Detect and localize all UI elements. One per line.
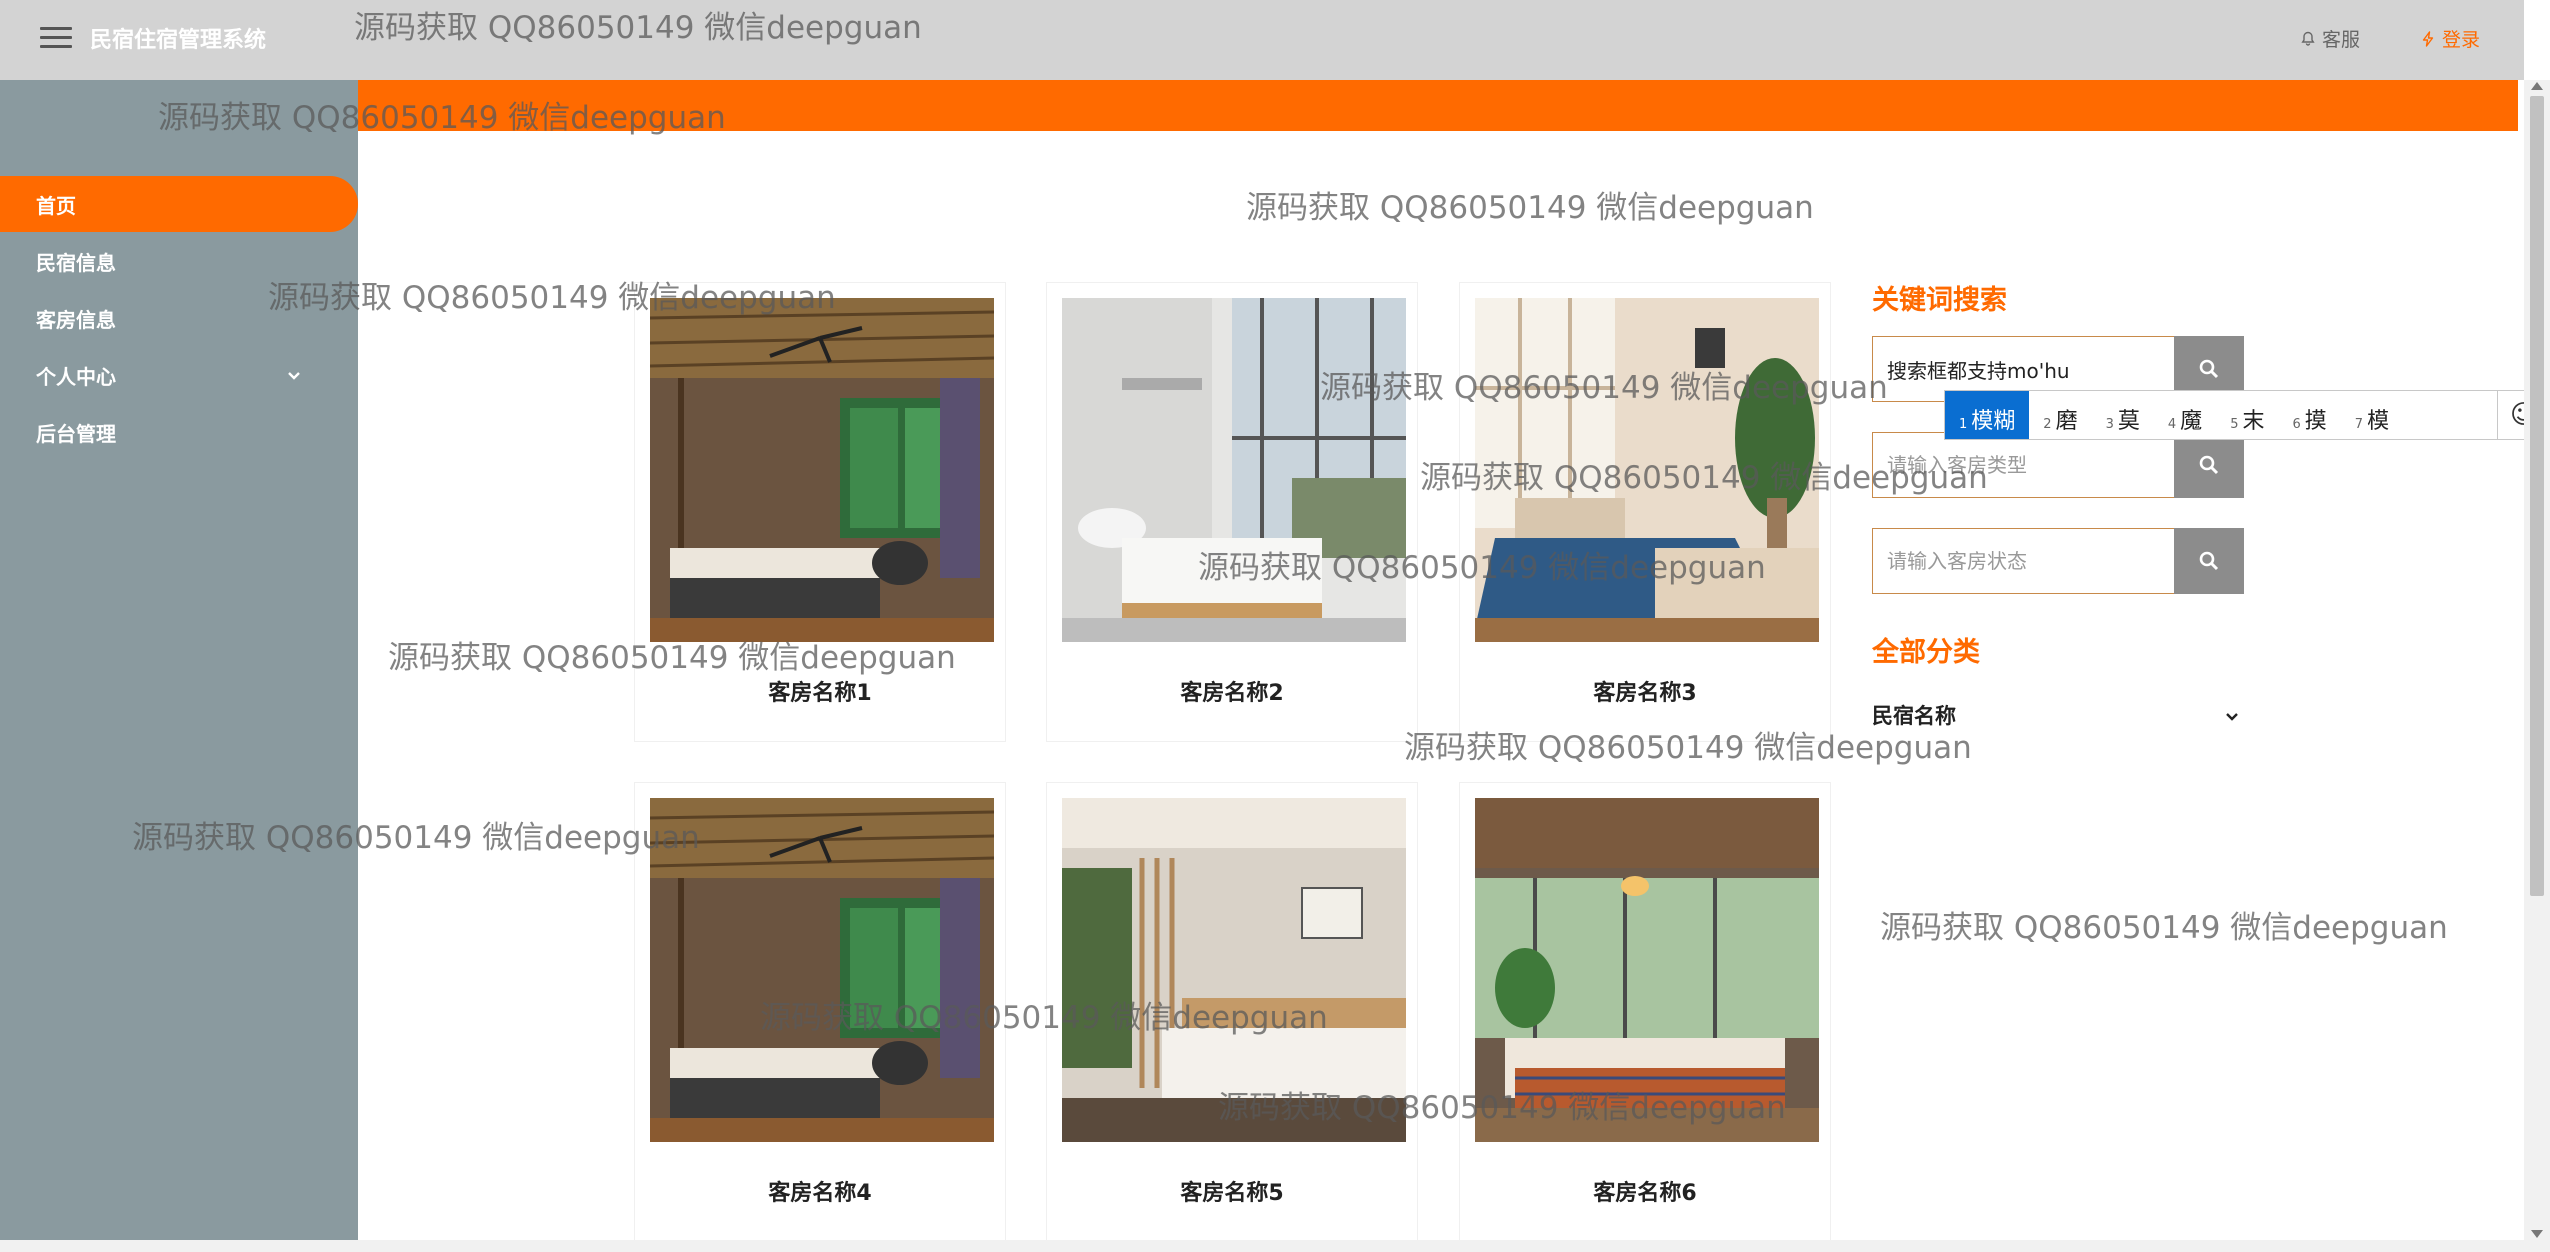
- ime-candidate-number: 1: [1959, 417, 1968, 432]
- category-label: 民宿名称: [1872, 704, 1956, 728]
- sidebar-item-label: 首页: [36, 193, 76, 218]
- ime-candidate-number: 4: [2167, 417, 2177, 432]
- customer-service-label: 客服: [2322, 29, 2361, 51]
- ime-candidate-text: 磨: [2055, 409, 2078, 434]
- category-homestay-name[interactable]: 民宿名称: [1872, 700, 2244, 736]
- ime-candidate-number: 3: [2105, 417, 2114, 432]
- customer-service-link[interactable]: 客服: [2300, 25, 2360, 52]
- sidebar-item-homestay-info[interactable]: 民宿信息: [0, 233, 358, 289]
- scroll-up-arrow-icon[interactable]: [2531, 82, 2543, 90]
- room-type-search-button[interactable]: [2174, 432, 2244, 498]
- room-type-search-input[interactable]: [1872, 432, 2176, 498]
- sidebar-item-label: 民宿信息: [36, 250, 116, 275]
- ime-candidate-text: 模: [2367, 409, 2390, 434]
- ime-candidate-text: 摸: [2304, 409, 2327, 434]
- ime-candidate-number: 7: [2354, 417, 2364, 432]
- room-name: 客房名称5: [1180, 1181, 1284, 1206]
- search-icon: [2199, 455, 2219, 475]
- sidebar-item-room-info[interactable]: 客房信息: [0, 290, 358, 346]
- scroll-down-arrow-icon[interactable]: [2531, 1230, 2543, 1238]
- ime-candidate[interactable]: 1 模糊: [1945, 391, 2030, 439]
- sidebar-item-label: 后台管理: [36, 421, 116, 446]
- ime-candidate-number: 2: [2043, 417, 2052, 432]
- sidebar: 首页 民宿信息 客房信息 个人中心 后台管理: [0, 80, 358, 1240]
- room-card[interactable]: 客房名称4: [634, 782, 1006, 1242]
- app-title: 民宿住宿管理系统: [90, 28, 267, 53]
- ime-candidate-text: 魔: [2180, 409, 2203, 434]
- login-link[interactable]: 登录: [2420, 25, 2480, 52]
- room-photo: [1475, 798, 1819, 1142]
- watermark-text: 源码获取 QQ86050149 微信deepguan: [1880, 910, 2448, 946]
- chevron-down-icon: [2226, 713, 2238, 721]
- room-name: 客房名称3: [1593, 681, 1697, 706]
- sidebar-item-label: 个人中心: [36, 364, 116, 389]
- room-name: 客房名称1: [768, 681, 872, 706]
- room-name: 客房名称2: [1180, 681, 1284, 706]
- room-status-search-button[interactable]: [2174, 528, 2244, 594]
- ime-candidate[interactable]: 4魔: [2154, 391, 2216, 439]
- ime-candidate-text: 模糊: [1971, 409, 2016, 434]
- sidebar-item-home[interactable]: 首页: [0, 176, 358, 232]
- ime-candidate-number: 5: [2230, 417, 2239, 432]
- hamburger-menu-icon[interactable]: [40, 27, 72, 51]
- vertical-scrollbar[interactable]: [2524, 80, 2550, 1240]
- sidebar-item-label: 客房信息: [36, 307, 116, 332]
- ime-candidate-number: 6: [2292, 417, 2301, 432]
- bell-icon: [2301, 31, 2315, 46]
- search-icon: [2199, 551, 2219, 571]
- ime-candidate[interactable]: 2磨: [2029, 391, 2091, 439]
- room-type-search-row: [1872, 432, 2244, 498]
- keyword-search-title: 关键词搜索: [1872, 285, 2007, 316]
- chevron-down-icon: [288, 372, 300, 380]
- room-photo: [650, 298, 994, 642]
- orange-banner: [358, 80, 2518, 131]
- search-icon: [2199, 359, 2219, 379]
- top-bar: 民宿住宿管理系统 客服 登录: [0, 0, 2524, 80]
- room-name: 客房名称4: [768, 1181, 872, 1206]
- room-card[interactable]: 客房名称6: [1459, 782, 1831, 1242]
- room-photo: [1062, 298, 1406, 642]
- ime-candidate[interactable]: 7模: [2341, 391, 2403, 439]
- ime-candidate[interactable]: 5末: [2216, 391, 2278, 439]
- all-categories-title: 全部分类: [1872, 637, 1980, 668]
- horizontal-scrollbar[interactable]: [0, 1240, 2550, 1252]
- scrollbar-thumb[interactable]: [2530, 96, 2544, 896]
- ime-candidate-text: 莫: [2117, 409, 2140, 434]
- ime-candidate-text: 末: [2242, 409, 2265, 434]
- login-label: 登录: [2442, 29, 2481, 51]
- room-status-search-input[interactable]: [1872, 528, 2176, 594]
- ime-candidate-bar: 1模糊 2磨 3莫 4魔 5末 6摸 7模 ☺: [1944, 390, 2550, 440]
- lightning-icon: [2422, 30, 2434, 47]
- room-status-search-row: [1872, 528, 2244, 594]
- watermark-text: 源码获取 QQ86050149 微信deepguan: [1246, 190, 1814, 226]
- room-photo: [1475, 298, 1819, 642]
- ime-candidate[interactable]: 3莫: [2092, 391, 2154, 439]
- room-card[interactable]: 客房名称2: [1046, 282, 1418, 742]
- sidebar-item-personal-center[interactable]: 个人中心: [0, 347, 358, 403]
- room-name: 客房名称6: [1593, 1181, 1697, 1206]
- room-card[interactable]: 客房名称3: [1459, 282, 1831, 742]
- room-photo: [650, 798, 994, 1142]
- room-card[interactable]: 客房名称5: [1046, 782, 1418, 1242]
- ime-candidate[interactable]: 6摸: [2278, 391, 2340, 439]
- room-card[interactable]: 客房名称1: [634, 282, 1006, 742]
- sidebar-item-admin[interactable]: 后台管理: [0, 404, 358, 460]
- room-photo: [1062, 798, 1406, 1142]
